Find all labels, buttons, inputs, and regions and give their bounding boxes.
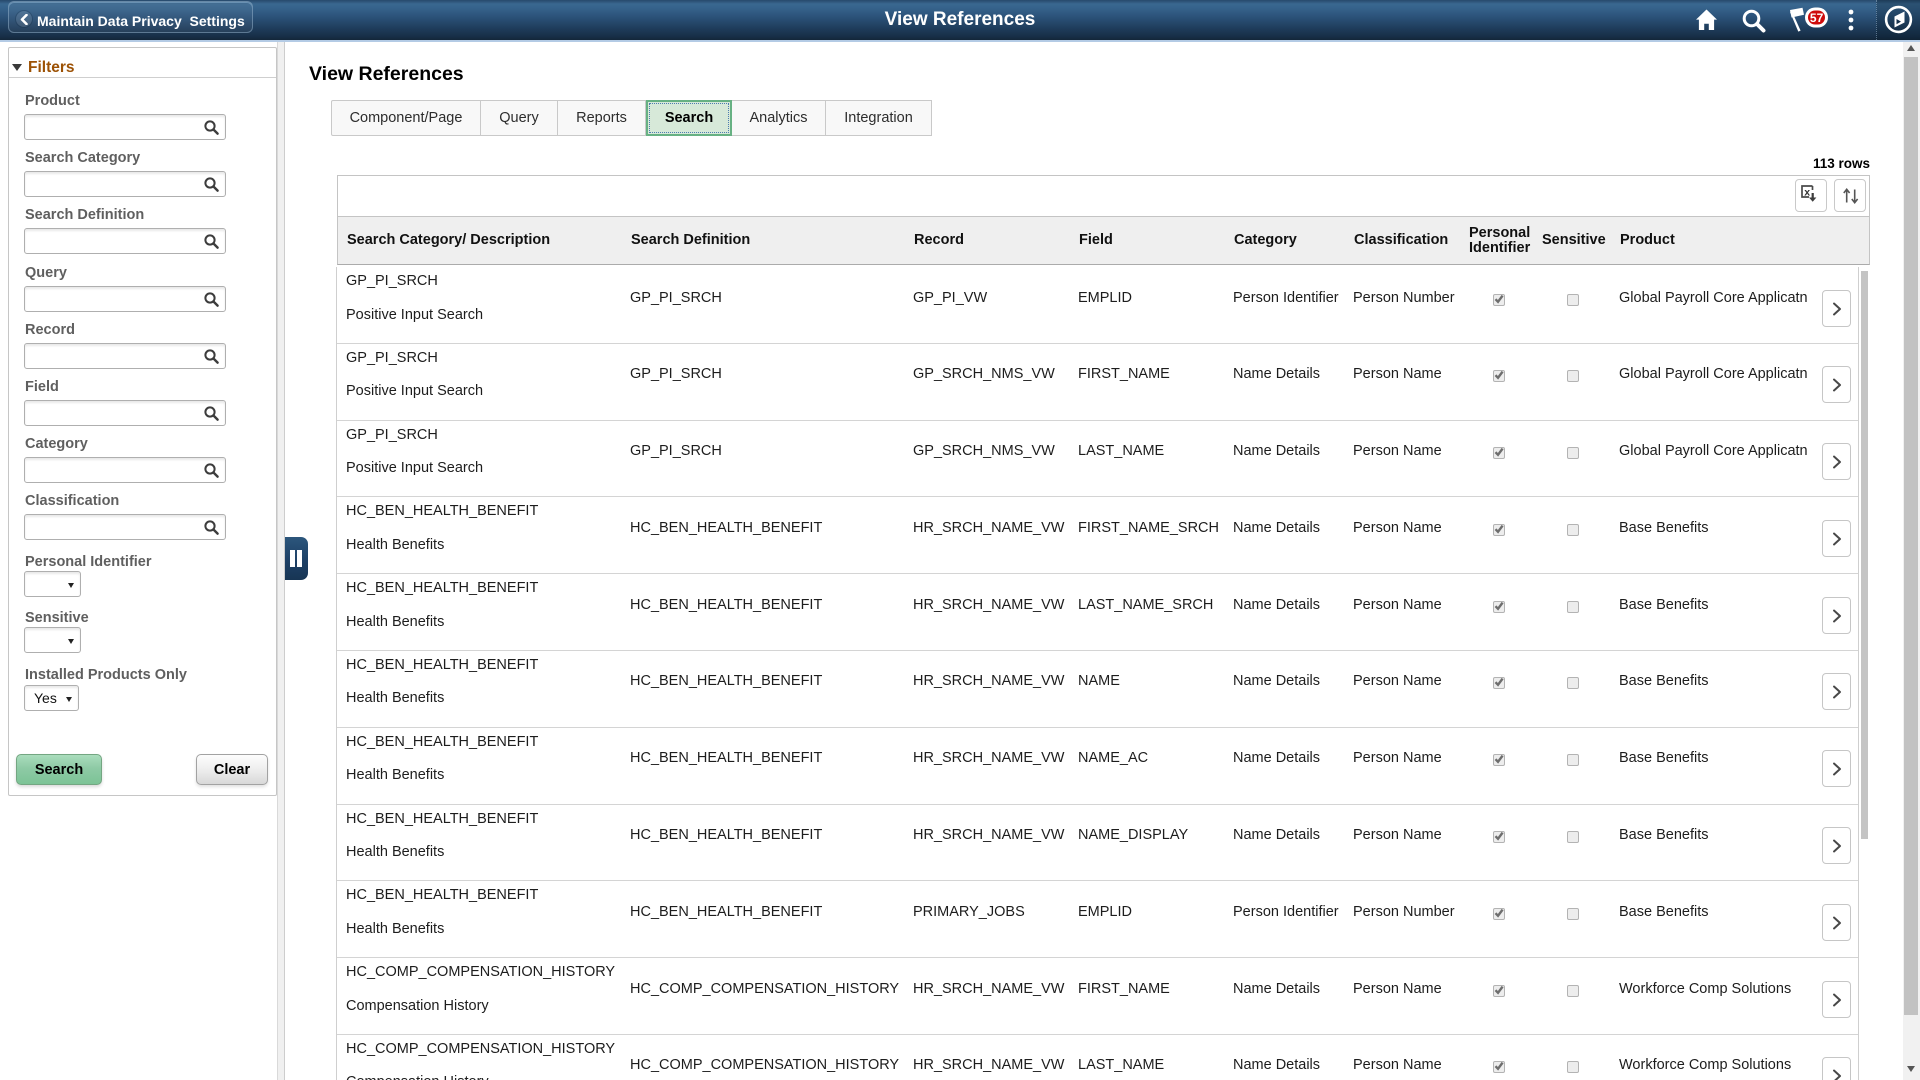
svg-text:x: x <box>1804 187 1810 199</box>
svg-text:57: 57 <box>1810 11 1824 25</box>
